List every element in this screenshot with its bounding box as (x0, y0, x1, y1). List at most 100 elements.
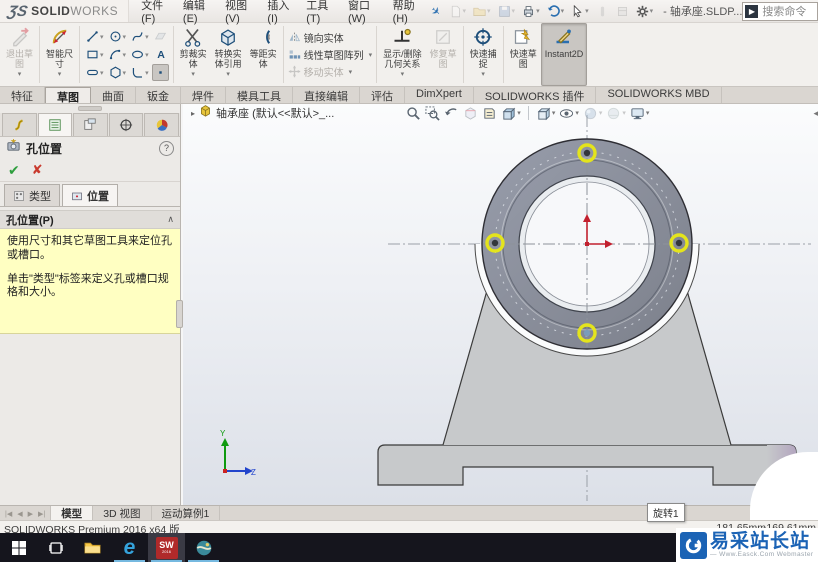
doc-tab-模型[interactable]: 模型 (51, 506, 93, 521)
ribbon-rapid-sketch-button[interactable]: 快速草图 (506, 23, 541, 86)
ribbon-linear-pattern-button[interactable]: 线性草图阵列▾ (288, 47, 373, 62)
tab-评估[interactable]: 评估 (360, 87, 405, 103)
sketch-fillet-tool[interactable]: ▾ (129, 64, 151, 81)
sketch-rectangle-tool[interactable]: ▾ (84, 46, 106, 63)
sketch-point-tool[interactable] (152, 64, 169, 81)
tab-焊件[interactable]: 焊件 (181, 87, 226, 103)
sketch-spline-tool[interactable]: ▾ (129, 28, 151, 45)
hide-show-items-button[interactable]: ▾ (559, 106, 579, 121)
doc-tab-运动算例1[interactable]: 运动算例1 (152, 506, 221, 521)
zoom-area-button[interactable] (425, 106, 440, 121)
menu-item-6[interactable]: 帮助(H) (387, 0, 428, 28)
menu-bar: 文件(F)编辑(E)视图(V)插入(I)工具(T)窗口(W)帮助(H) (135, 0, 427, 28)
sketch-ellipse-tool[interactable]: ▾ (129, 46, 151, 63)
help-button[interactable]: ? (159, 141, 174, 156)
hole-position-group-header[interactable]: 孔位置(P) ∧ (0, 210, 180, 229)
panel-title: 孔位置 (26, 140, 62, 157)
view-settings-button[interactable]: ▾ (630, 106, 650, 121)
sketch-slot-tool[interactable]: ▾ (84, 64, 106, 81)
sketch-arc-tool[interactable]: ▾ (107, 46, 129, 63)
tab-nav-button[interactable]: |◀ (3, 510, 14, 518)
task-pane-expand-icon[interactable]: ◂ (813, 108, 818, 119)
search-dropdown-icon[interactable]: ▶ (745, 5, 758, 18)
solidworks-app-button[interactable]: SW2016 (148, 533, 185, 562)
search-input[interactable]: 搜索命令 (762, 3, 806, 19)
menu-item-0[interactable]: 文件(F) (135, 0, 175, 28)
select-arrow-button[interactable]: ▾ (569, 4, 591, 19)
view-orientation-button[interactable]: ▾ (501, 106, 521, 121)
hole-wizard-icon (6, 138, 21, 158)
ribbon-convert-entities-button[interactable]: 转换实体引用▾ (211, 23, 246, 86)
tab-SOLIDWORKS MBD[interactable]: SOLIDWORKS MBD (596, 87, 721, 103)
feature-tree-tab[interactable] (2, 113, 37, 136)
collapse-chevron-icon[interactable]: ∧ (167, 214, 174, 225)
tab-曲面[interactable]: 曲面 (91, 87, 136, 103)
hint-paragraph-2: 单击"类型"标签来定义孔或槽口规格和大小。 (7, 273, 173, 301)
tab-nav-button[interactable]: ▶| (36, 510, 47, 518)
graphics-viewport[interactable]: Y Z ▸ 轴承座 (默认<<默认>_... ▾▾▾▾▾▾ ◂ (180, 103, 818, 505)
watermark-logo-icon (680, 532, 707, 559)
options-gear-button[interactable]: ▾ (634, 4, 656, 19)
sketch-polygon-tool[interactable]: ▾ (107, 64, 129, 81)
zoom-fit-button[interactable] (406, 106, 421, 121)
task-view-button[interactable] (37, 533, 74, 562)
tab-nav-button[interactable]: ▶ (26, 510, 35, 518)
cancel-button[interactable]: ✘ (32, 162, 43, 178)
ribbon-smart-dimension-button[interactable]: 智能尺寸▾ (42, 23, 77, 86)
tab-DimXpert[interactable]: DimXpert (405, 87, 474, 103)
sketch-text-tool[interactable]: A (152, 46, 169, 63)
menu-item-4[interactable]: 工具(T) (300, 0, 340, 28)
ok-button[interactable]: ✔ (8, 162, 20, 179)
menu-item-5[interactable]: 窗口(W) (342, 0, 385, 28)
tab-钣金[interactable]: 钣金 (136, 87, 181, 103)
manager-tab-strip (0, 113, 180, 137)
subtab-位置[interactable]: 位置 (62, 184, 118, 206)
breadcrumb[interactable]: ▸ 轴承座 (默认<<默认>_... (191, 104, 334, 122)
previous-view-button[interactable] (444, 106, 459, 121)
doc-tab-3D 视图[interactable]: 3D 视图 (93, 506, 151, 521)
windows-start-button[interactable] (0, 533, 37, 562)
tab-模具工具[interactable]: 模具工具 (226, 87, 293, 103)
panel-splitter-handle[interactable] (176, 300, 183, 328)
display-manager-tab[interactable] (144, 113, 179, 136)
property-manager-tab[interactable] (38, 113, 73, 136)
tab-直接编辑[interactable]: 直接编辑 (293, 87, 360, 103)
annotation-view-button[interactable] (482, 106, 497, 121)
breadcrumb-expand-icon[interactable]: ▸ (191, 109, 195, 118)
print-button[interactable]: ▾ (520, 4, 542, 19)
edge-browser-button[interactable]: e (111, 533, 148, 562)
ribbon-trim-entities-button[interactable]: 剪裁实体▾ (176, 23, 211, 86)
tab-草图[interactable]: 草图 (45, 87, 91, 103)
ribbon-quick-snaps-button[interactable]: 快速捕捉▾ (466, 23, 501, 86)
ribbon-display-relations-button[interactable]: 显示/删除几何关系▾ (379, 23, 426, 86)
subtab-类型[interactable]: 类型 (4, 184, 60, 206)
section-view-button (463, 106, 478, 121)
ribbon-offset-entities-button[interactable]: 等距实体 (246, 23, 281, 86)
tab-特征[interactable]: 特征 (0, 87, 45, 103)
display-style-button[interactable]: ▾ (536, 106, 556, 121)
pin-menu-icon[interactable]: ✈ (428, 3, 443, 19)
media-app-button[interactable] (185, 533, 222, 562)
watermark-title: 易采站长站 (710, 532, 813, 551)
panel-resize-handle[interactable] (0, 103, 180, 113)
title-bar: ƷS SOLIDWORKS 文件(F)编辑(E)视图(V)插入(I)工具(T)窗… (0, 0, 818, 23)
undo-button[interactable]: ▾ (545, 4, 567, 19)
sketch-circle-tool[interactable]: ▾ (107, 28, 129, 45)
apply-scene-button: ▾ (606, 106, 626, 121)
configuration-manager-tab[interactable] (73, 113, 108, 136)
menu-item-3[interactable]: 插入(I) (261, 0, 298, 28)
tab-nav-button[interactable]: ◀ (15, 510, 24, 518)
sketch-entities-button (614, 4, 631, 19)
tab-SOLIDWORKS 插件[interactable]: SOLIDWORKS 插件 (474, 87, 597, 103)
menu-item-2[interactable]: 视图(V) (219, 0, 259, 28)
menu-item-1[interactable]: 编辑(E) (177, 0, 217, 28)
sketch-line-tool[interactable]: ▾ (84, 28, 106, 45)
search-commands-box[interactable]: ▶ 搜索命令 (742, 2, 818, 21)
new-file-button: ▾ (447, 4, 469, 19)
attach-button (594, 4, 611, 19)
ribbon-mirror-entities-button[interactable]: 镜向实体 (288, 30, 373, 45)
file-explorer-button[interactable] (74, 533, 111, 562)
command-manager-tabs: 特征草图曲面钣金焊件模具工具直接编辑评估DimXpertSOLIDWORKS 插… (0, 87, 818, 104)
dimxpert-manager-tab[interactable] (109, 113, 144, 136)
ribbon-instant2d-button[interactable]: Instant2D (541, 23, 588, 86)
